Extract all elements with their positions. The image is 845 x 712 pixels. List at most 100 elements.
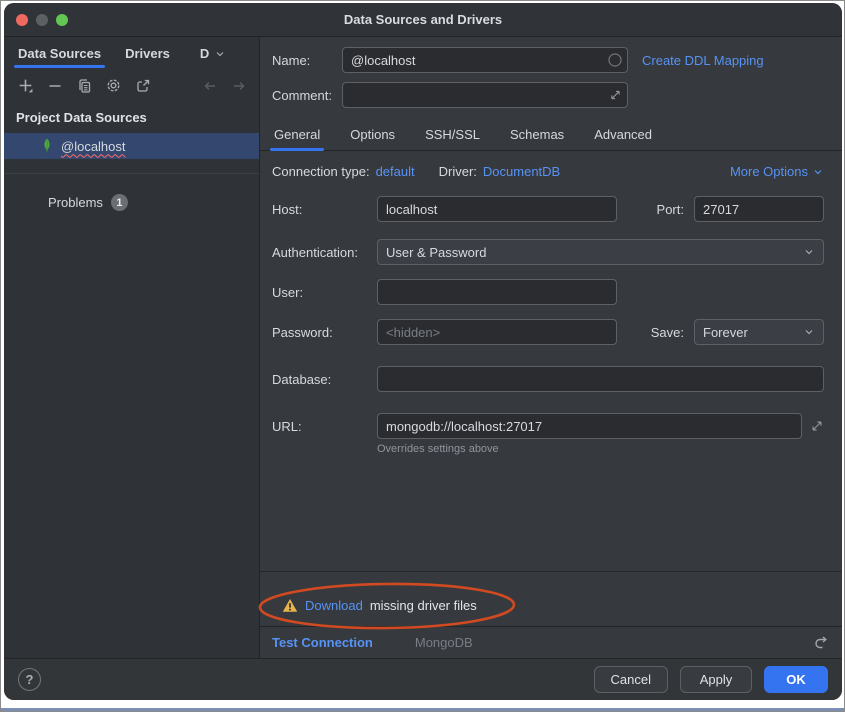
comment-label: Comment: (272, 88, 342, 103)
tab-ssh-ssl[interactable]: SSH/SSL (423, 121, 482, 150)
chevron-down-icon (803, 326, 815, 338)
name-label: Name: (272, 53, 342, 68)
duplicate-icon[interactable] (76, 78, 92, 94)
tab-drivers[interactable]: Drivers (123, 46, 172, 68)
ok-button[interactable]: OK (764, 666, 828, 693)
window-controls (16, 14, 68, 26)
name-row: Name: Create DDL Mapping (260, 47, 842, 73)
data-source-label: @localhost (61, 139, 126, 154)
port-input[interactable] (695, 197, 823, 221)
save-select[interactable]: Forever (694, 319, 824, 345)
save-value: Forever (703, 325, 748, 340)
warning-text: missing driver files (370, 598, 477, 613)
tab-options[interactable]: Options (348, 121, 397, 150)
database-label: Database: (272, 372, 377, 387)
status-bar: Test Connection MongoDB (260, 626, 842, 658)
download-driver-link[interactable]: Download (305, 598, 363, 613)
close-window-button[interactable] (16, 14, 28, 26)
tab-ddl-truncated[interactable]: D (198, 46, 228, 68)
tab-schemas[interactable]: Schemas (508, 121, 566, 150)
sidebar: Data Sources Drivers D (4, 37, 260, 658)
section-header: Project Data Sources (4, 100, 259, 129)
data-source-item-localhost[interactable]: @localhost (4, 133, 259, 159)
save-label: Save: (651, 325, 684, 340)
authentication-row: Authentication: User & Password (260, 239, 842, 265)
port-label: Port: (657, 202, 684, 217)
sidebar-divider (4, 173, 259, 174)
host-input-box (377, 196, 617, 222)
mongodb-leaf-icon (41, 138, 53, 154)
name-input[interactable] (343, 48, 627, 72)
sidebar-tabs: Data Sources Drivers D (4, 37, 259, 68)
dialog-footer: ? Cancel Apply OK (4, 658, 842, 700)
authentication-value: User & Password (386, 245, 486, 260)
driver-warning-row: Download missing driver files (272, 598, 477, 613)
database-input[interactable] (378, 367, 823, 391)
help-glyph: ? (26, 672, 34, 687)
url-label: URL: (272, 419, 377, 434)
more-options-label: More Options (730, 164, 808, 179)
create-ddl-mapping-link[interactable]: Create DDL Mapping (642, 53, 764, 68)
host-input[interactable] (378, 197, 616, 221)
port-input-box (694, 196, 824, 222)
warning-triangle-icon (282, 598, 298, 613)
apply-button[interactable]: Apply (680, 666, 752, 693)
tab-general[interactable]: General (272, 121, 322, 150)
settings-tabs: General Options SSH/SSL Schemas Advanced (260, 121, 842, 151)
problems-item[interactable]: Problems 1 (4, 194, 259, 211)
back-arrow-icon[interactable] (202, 78, 218, 94)
remove-icon[interactable] (47, 78, 63, 94)
minimize-window-button[interactable] (36, 14, 48, 26)
password-label: Password: (272, 325, 377, 340)
password-row: Password: Save: Forever (260, 319, 842, 345)
cancel-button[interactable]: Cancel (594, 666, 668, 693)
chevron-down-icon (214, 48, 226, 60)
driver-warning-area: Download missing driver files (260, 590, 842, 620)
settings-gear-icon[interactable] (105, 77, 122, 94)
open-in-new-icon[interactable] (135, 78, 151, 94)
add-icon[interactable] (17, 77, 34, 94)
url-row: URL: (260, 413, 842, 439)
name-input-box (342, 47, 628, 73)
forward-arrow-icon[interactable] (231, 78, 247, 94)
authentication-select[interactable]: User & Password (377, 239, 824, 265)
tab-ddl-label: D (200, 46, 209, 61)
authentication-label: Authentication: (272, 245, 377, 260)
driver-value-link[interactable]: DocumentDB (483, 164, 560, 179)
url-input[interactable] (378, 414, 801, 438)
tab-advanced[interactable]: Advanced (592, 121, 654, 150)
comment-input[interactable] (343, 83, 627, 107)
database-input-box (377, 366, 824, 392)
connection-type-row: Connection type: default Driver: Documen… (260, 164, 842, 179)
form-bottom-separator (260, 571, 842, 572)
tab-data-sources[interactable]: Data Sources (16, 46, 103, 68)
connection-type-label: Connection type: (272, 164, 370, 179)
screenshot-canvas: Data Sources and Drivers Data Sources Dr… (0, 0, 845, 712)
host-row: Host: Port: (260, 196, 842, 222)
chevron-down-icon (812, 166, 824, 178)
host-label: Host: (272, 202, 377, 217)
zoom-window-button[interactable] (56, 14, 68, 26)
data-sources-dialog: Data Sources and Drivers Data Sources Dr… (4, 3, 842, 700)
user-label: User: (272, 285, 377, 300)
title-bar: Data Sources and Drivers (4, 3, 842, 37)
comment-row: Comment: (260, 82, 842, 108)
revert-icon[interactable] (812, 635, 828, 651)
url-hint: Overrides settings above (365, 443, 842, 455)
expand-icon[interactable] (609, 89, 622, 102)
user-input-box (377, 279, 617, 305)
driver-name-text: MongoDB (415, 635, 473, 650)
expand-icon[interactable] (810, 419, 824, 433)
driver-label: Driver: (439, 164, 477, 179)
url-input-box (377, 413, 802, 439)
more-options-link[interactable]: More Options (730, 164, 824, 179)
test-connection-link[interactable]: Test Connection (272, 635, 373, 650)
database-row: Database: (260, 366, 842, 392)
help-button[interactable]: ? (18, 668, 41, 691)
comment-input-box (342, 82, 628, 108)
connection-type-value[interactable]: default (376, 164, 415, 179)
sidebar-toolbar (4, 68, 259, 100)
user-row: User: (260, 279, 842, 305)
user-input[interactable] (378, 280, 616, 304)
password-input[interactable] (378, 320, 616, 344)
